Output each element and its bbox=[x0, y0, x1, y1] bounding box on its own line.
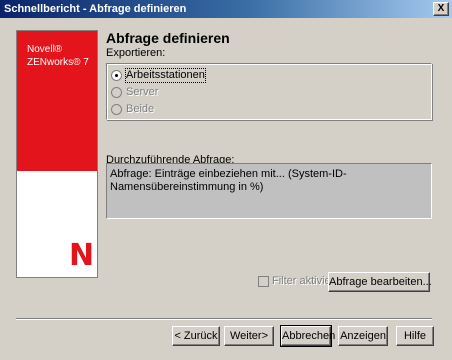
next-button[interactable]: Weiter> bbox=[224, 326, 274, 346]
close-icon: X bbox=[437, 3, 445, 14]
export-options-group: Arbeitsstationen Server Beide bbox=[106, 63, 432, 120]
brand-product: ZENworks® 7 bbox=[27, 57, 89, 68]
title-bar: Schnellbericht - Abfrage definieren X bbox=[0, 0, 452, 18]
radio-label: Beide bbox=[126, 102, 155, 115]
export-label: Exportieren: bbox=[106, 47, 166, 59]
filter-checkbox[interactable] bbox=[258, 275, 269, 287]
brand-logo-text: Novell® ZENworks® 7 bbox=[27, 43, 89, 69]
radio-icon[interactable] bbox=[111, 69, 122, 81]
radio-server[interactable]: Server bbox=[111, 85, 158, 99]
cancel-button[interactable]: Abbrechen bbox=[280, 325, 335, 347]
query-display: Abfrage: Einträge einbeziehen mit... (Sy… bbox=[106, 163, 432, 219]
separator bbox=[16, 318, 432, 320]
show-button[interactable]: Anzeigen bbox=[338, 326, 388, 346]
window-title: Schnellbericht - Abfrage definieren bbox=[4, 3, 187, 15]
brand-banner: Novell® ZENworks® 7 bbox=[17, 31, 97, 171]
brand-panel: Novell® ZENworks® 7 N bbox=[16, 30, 98, 278]
radio-both[interactable]: Beide bbox=[111, 102, 154, 116]
novell-n-logo-icon: N bbox=[69, 238, 95, 273]
page-title: Abfrage definieren bbox=[106, 30, 230, 46]
close-button[interactable]: X bbox=[433, 2, 449, 16]
back-button[interactable]: < Zurück bbox=[172, 326, 220, 346]
edit-query-button[interactable]: Abfrage bearbeiten... bbox=[328, 272, 432, 292]
radio-icon[interactable] bbox=[111, 103, 122, 115]
brand-novell: Novell® bbox=[27, 44, 63, 55]
radio-icon[interactable] bbox=[111, 86, 122, 98]
help-button[interactable]: Hilfe bbox=[396, 326, 434, 346]
radio-workstations[interactable]: Arbeitsstationen bbox=[111, 67, 206, 83]
radio-label: Server bbox=[126, 85, 159, 98]
radio-label: Arbeitsstationen bbox=[125, 67, 206, 83]
